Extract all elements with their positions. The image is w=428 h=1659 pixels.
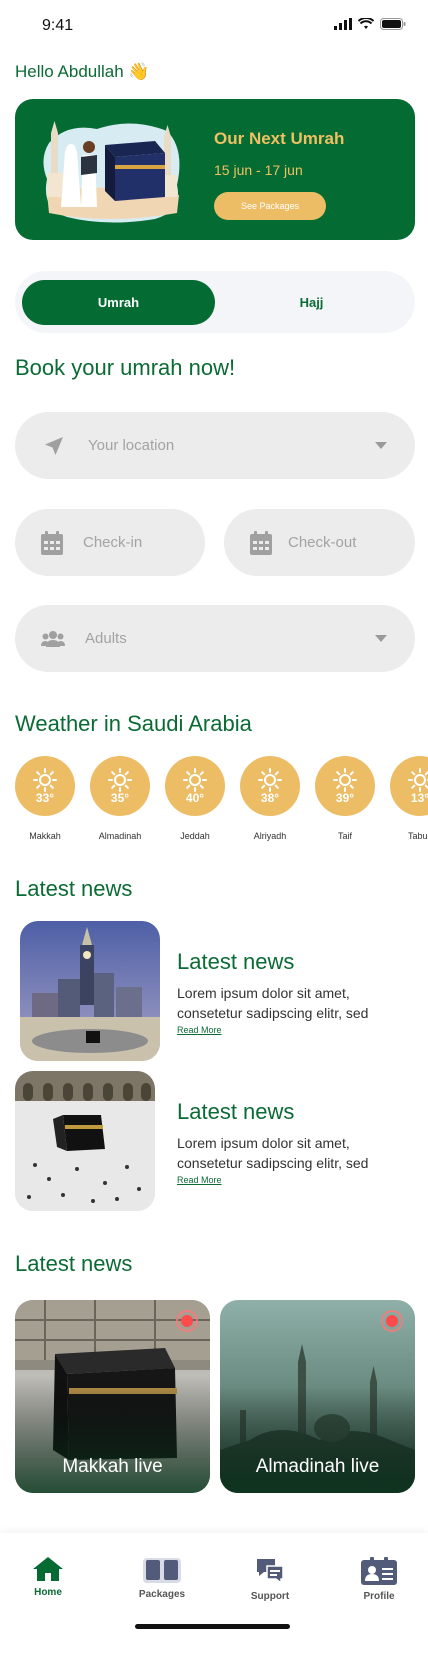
calendar-icon (41, 530, 63, 555)
weather-circle: 13° (390, 756, 428, 816)
weather-circle: 39° (315, 756, 375, 816)
weather-item[interactable]: 35° Almadinah (90, 756, 150, 841)
location-placeholder: Your location (88, 437, 175, 454)
nav-label: Profile (363, 1591, 395, 1602)
live-label: Makkah live (62, 1456, 163, 1477)
packages-icon (143, 1558, 181, 1583)
next-umrah-card: Our Next Umrah 15 jun - 17 jun See Packa… (15, 99, 415, 240)
profile-icon (361, 1557, 397, 1585)
calendar-icon (250, 530, 272, 555)
sun-icon (333, 767, 357, 792)
adults-placeholder: Adults (85, 630, 127, 647)
chevron-down-icon[interactable] (375, 634, 387, 643)
adults-field[interactable]: Adults (15, 605, 415, 672)
nav-label: Support (250, 1591, 290, 1602)
nav-label: Packages (138, 1589, 186, 1600)
weather-item[interactable]: 33° Makkah (15, 756, 75, 841)
weather-city: Jeddah (180, 831, 210, 841)
location-arrow-icon (45, 436, 63, 455)
users-icon (41, 630, 65, 647)
weather-city: Taif (337, 831, 352, 841)
weather-item[interactable]: 13° Tabuk (390, 756, 428, 841)
almadinah-live-card[interactable]: Almadinah live (220, 1300, 415, 1493)
weather-temp: 38° (260, 790, 280, 805)
nav-label: Home (34, 1587, 62, 1598)
nav-support[interactable]: Support (230, 1557, 310, 1602)
wifi-icon (358, 18, 374, 29)
nav-home[interactable]: Home (8, 1557, 88, 1598)
support-icon (257, 1559, 284, 1585)
news-card[interactable]: Latest news Lorem ipsum dolor sit amet, … (15, 1071, 420, 1211)
live-section-title: Latest news (15, 1251, 133, 1276)
weather-city: Alriyadh (253, 831, 287, 841)
sun-icon (33, 767, 57, 792)
weather-list[interactable]: 33° Makkah 35° Almadinah 40° Jeddah 38° … (15, 756, 428, 846)
hero-title: Our Next Umrah (214, 129, 345, 148)
news-title: Latest news (177, 949, 295, 974)
checkout-placeholder: Check-out (288, 534, 357, 551)
sun-icon (108, 767, 132, 792)
news-image-makkah-tower (20, 921, 160, 1061)
live-indicator (176, 1310, 198, 1332)
status-time: 9:41 (42, 17, 74, 34)
checkin-placeholder: Check-in (83, 534, 143, 551)
weather-city: Almadinah (98, 831, 142, 841)
tab-umrah[interactable]: Umrah (22, 280, 215, 325)
read-more-link[interactable]: Read More (177, 1025, 222, 1035)
battery-icon (380, 18, 406, 30)
weather-circle: 33° (15, 756, 75, 816)
weather-temp: 13° (410, 790, 428, 805)
news-image-kaaba (15, 1071, 155, 1211)
trip-type-toggle: Umrah Hajj (15, 271, 415, 333)
nav-profile[interactable]: Profile (339, 1557, 419, 1602)
news-body: Lorem ipsum dolor sit amet, consetetur s… (177, 985, 369, 1021)
news-title: Latest news (177, 1099, 295, 1124)
weather-item[interactable]: 40° Jeddah (165, 756, 225, 841)
live-label: Almadinah live (255, 1456, 380, 1477)
weather-circle: 35° (90, 756, 150, 816)
weather-temp: 33° (35, 790, 55, 805)
sun-icon (408, 767, 428, 792)
status-icons (334, 18, 406, 30)
see-packages-button[interactable]: See Packages (214, 192, 326, 220)
news-section-title: Latest news (15, 876, 133, 901)
nav-packages[interactable]: Packages (122, 1557, 202, 1600)
weather-temp: 39° (335, 790, 355, 805)
sun-icon (183, 767, 207, 792)
read-more-link[interactable]: Read More (177, 1175, 222, 1185)
hero-dates: 15 jun - 17 jun (214, 162, 303, 178)
weather-city: Makkah (29, 831, 61, 841)
weather-circle: 40° (165, 756, 225, 816)
weather-item[interactable]: 39° Taif (315, 756, 375, 841)
home-icon (33, 1557, 63, 1581)
booking-title: Book your umrah now! (15, 355, 236, 380)
news-card[interactable]: Latest news Lorem ipsum dolor sit amet, … (20, 921, 420, 1061)
signal-icon (334, 18, 352, 30)
weather-circle: 38° (240, 756, 300, 816)
weather-city: Tabuk (407, 831, 428, 841)
weather-temp: 35° (110, 790, 130, 805)
weather-title: Weather in Saudi Arabia (15, 711, 252, 736)
weather-temp: 40° (185, 790, 205, 805)
checkin-field[interactable]: Check-in (15, 509, 205, 576)
chevron-down-icon[interactable] (375, 441, 387, 450)
tab-hajj[interactable]: Hajj (215, 280, 408, 325)
checkout-field[interactable]: Check-out (224, 509, 415, 576)
home-indicator (135, 1624, 290, 1629)
news-body: Lorem ipsum dolor sit amet, consetetur s… (177, 1135, 369, 1171)
kaaba-illustration (43, 121, 180, 223)
sun-icon (258, 767, 282, 792)
weather-item[interactable]: 38° Alriyadh (240, 756, 300, 841)
location-field[interactable]: Your location (15, 412, 415, 479)
greeting: Hello Abdullah 👋 (15, 62, 150, 81)
makkah-live-card[interactable]: Makkah live (15, 1300, 210, 1493)
weather-row: 33° Makkah 35° Almadinah 40° Jeddah 38° … (15, 756, 428, 841)
live-indicator (381, 1310, 403, 1332)
bottom-nav: Home Packages Support Profile (0, 1533, 428, 1659)
